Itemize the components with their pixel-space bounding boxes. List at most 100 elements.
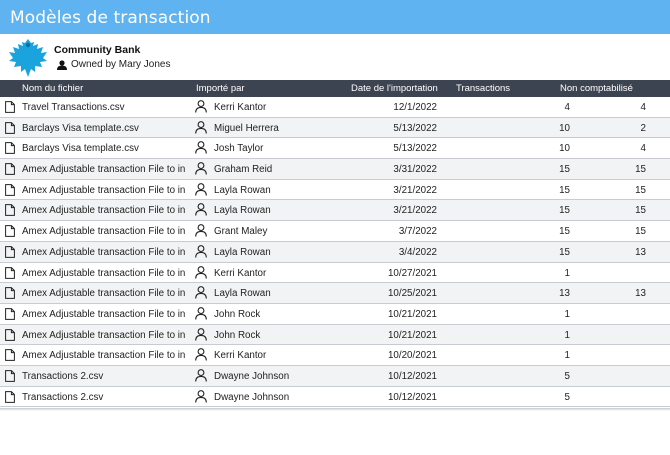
import-date: 10/25/2021	[387, 288, 437, 300]
file-icon	[5, 307, 15, 320]
import-date: 10/21/2021	[387, 329, 437, 341]
owner-text: Owned by Mary Jones	[71, 59, 171, 70]
transaction-count: 5	[564, 370, 570, 382]
table-row[interactable]: Transactions 2.csv Dwayne Johnson 10/12/20…	[0, 386, 670, 408]
table-row[interactable]: Amex Adjustable transaction File to in La…	[0, 283, 670, 304]
file-name: Amex Adjustable transaction File to in	[22, 350, 186, 362]
imported-by: Graham Reid	[214, 164, 273, 176]
import-date: 5/13/2022	[393, 143, 437, 155]
table-row[interactable]: Barclays Visa template.csv Josh Taylor 5/1…	[0, 138, 670, 160]
file-icon	[5, 142, 15, 155]
import-date: 10/12/2021	[387, 370, 437, 382]
imported-by: John Rock	[214, 329, 261, 341]
transaction-count: 15	[559, 226, 570, 238]
user-icon	[195, 224, 207, 237]
user-icon	[195, 348, 207, 361]
file-name: Amex Adjustable transaction File to in	[22, 246, 186, 258]
file-icon	[5, 390, 15, 403]
uncategorized-count: 15	[635, 184, 646, 196]
file-name: Barclays Visa template.csv	[22, 122, 139, 134]
user-icon	[195, 265, 207, 279]
imported-by: John Rock	[214, 308, 261, 320]
import-date: 3/4/2022	[398, 246, 437, 258]
imported-by: Layla Rowan	[214, 184, 271, 196]
user-icon	[195, 182, 207, 196]
column-header-uncategorized[interactable]: Non comptabilisé	[560, 83, 633, 94]
imported-by: Layla Rowan	[214, 288, 271, 300]
transaction-count: 1	[564, 350, 570, 362]
page-title: Modèles de transaction	[10, 8, 211, 28]
file-name: Transactions 2.csv	[22, 370, 104, 382]
imported-by: Kerri Kantor	[214, 267, 267, 279]
table-row[interactable]: Amex Adjustable transaction File to in Jo…	[0, 303, 670, 325]
user-icon	[195, 389, 207, 403]
imported-by: Kerri Kantor	[214, 350, 267, 362]
owner-line: Owned by Mary Jones	[57, 59, 171, 70]
uncategorized-count: 13	[635, 246, 646, 258]
file-name: Travel Transactions.csv	[22, 102, 125, 113]
import-date: 10/20/2021	[387, 350, 437, 362]
file-name: Barclays Visa template.csv	[22, 143, 139, 155]
table-row[interactable]: Amex Adjustable transaction File to in Ke…	[0, 262, 670, 284]
imported-by: Josh Taylor	[214, 143, 264, 155]
table-row[interactable]: Amex Adjustable transaction File to in Jo…	[0, 324, 670, 346]
uncategorized-count: 4	[640, 143, 646, 155]
table-row[interactable]: Amex Adjustable transaction File to in La…	[0, 179, 670, 201]
imported-by: Layla Rowan	[214, 246, 271, 258]
user-icon	[195, 120, 207, 134]
import-date: 3/21/2022	[393, 184, 437, 196]
table-bottom-shadow	[0, 408, 670, 411]
column-header-file[interactable]: Nom du fichier	[22, 83, 83, 94]
import-date: 3/21/2022	[393, 205, 437, 217]
user-icon	[195, 141, 207, 154]
user-icon	[195, 327, 207, 341]
account-header: Community Bank Owned by Mary Jones	[0, 34, 670, 80]
file-icon	[5, 328, 15, 341]
file-icon	[5, 163, 15, 175]
column-header-date[interactable]: Date de l'importation	[351, 83, 438, 94]
file-icon	[5, 245, 15, 258]
file-icon	[5, 370, 15, 382]
bank-name: Community Bank	[54, 44, 141, 56]
user-icon	[195, 100, 207, 113]
file-name: Amex Adjustable transaction File to in	[22, 184, 186, 196]
column-header-transactions[interactable]: Transactions	[456, 83, 510, 94]
imported-by: Miguel Herrera	[214, 122, 279, 134]
file-name: Amex Adjustable transaction File to in	[22, 226, 186, 238]
file-icon	[5, 183, 15, 196]
table-row[interactable]: Amex Adjustable transaction File to in Ke…	[0, 345, 670, 366]
table-header: Nom du fichier Importé par Date de l'imp…	[0, 80, 670, 97]
transaction-count: 10	[559, 143, 570, 155]
imported-by: Layla Rowan	[214, 205, 271, 217]
transaction-count: 1	[564, 329, 570, 341]
table-row[interactable]: Travel Transactions.csv Kerri Kantor 12/1/…	[0, 97, 670, 118]
user-icon	[195, 162, 207, 175]
transaction-count: 4	[564, 102, 570, 113]
import-date: 12/1/2022	[393, 102, 437, 113]
transaction-count: 15	[559, 164, 570, 176]
file-icon	[5, 266, 15, 279]
user-icon	[195, 203, 207, 216]
uncategorized-count: 4	[640, 102, 646, 113]
import-date: 5/13/2022	[393, 122, 437, 134]
file-name: Amex Adjustable transaction File to in	[22, 288, 186, 300]
table-row[interactable]: Amex Adjustable transaction File to in La…	[0, 241, 670, 263]
table-row[interactable]: Amex Adjustable transaction File to in La…	[0, 200, 670, 222]
transaction-count: 1	[564, 267, 570, 279]
imported-by: Dwayne Johnson	[214, 370, 290, 382]
transaction-count: 15	[559, 205, 570, 217]
uncategorized-count: 15	[635, 205, 646, 217]
uncategorized-count: 15	[635, 226, 646, 238]
uncategorized-count: 13	[635, 288, 646, 300]
table-row[interactable]: Barclays Visa template.csv Miguel Herrera…	[0, 117, 670, 139]
import-date: 3/31/2022	[393, 164, 437, 176]
table-row[interactable]: Amex Adjustable transaction File to in Gr…	[0, 221, 670, 242]
transaction-table: Travel Transactions.csv Kerri Kantor 12/1/…	[0, 97, 670, 408]
user-icon	[195, 244, 207, 258]
table-row[interactable]: Amex Adjustable transaction File to in Gr…	[0, 159, 670, 180]
file-icon	[5, 225, 15, 238]
user-icon	[195, 307, 207, 320]
column-header-user[interactable]: Importé par	[196, 83, 245, 94]
table-row[interactable]: Transactions 2.csv Dwayne Johnson 10/12/20…	[0, 365, 670, 387]
user-icon	[195, 369, 207, 382]
